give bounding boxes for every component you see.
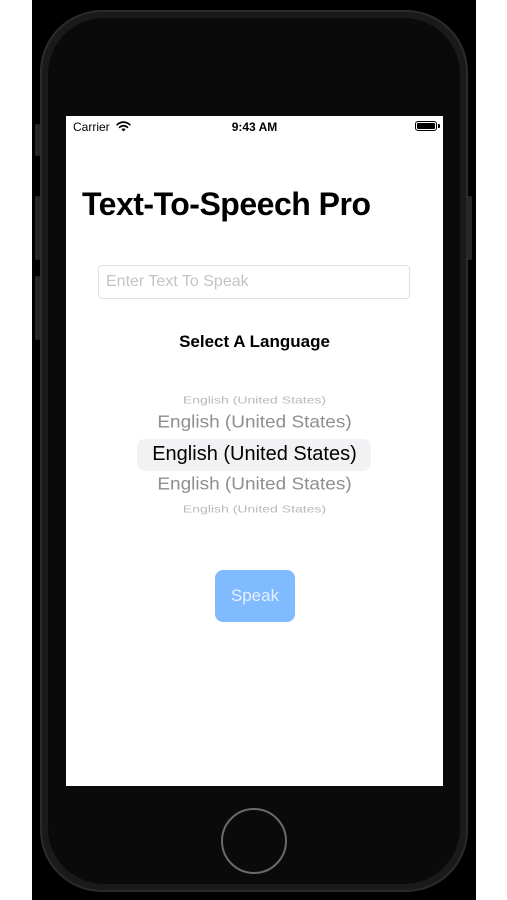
speech-text-input[interactable]: [98, 265, 410, 299]
power-button: [467, 196, 472, 260]
picker-row[interactable]: English (United States): [106, 503, 403, 515]
page-title: Text-To-Speech Pro: [82, 186, 371, 222]
battery-tip: [438, 124, 440, 128]
language-section-label: Select A Language: [179, 332, 330, 351]
picker-row-selected[interactable]: English (United States): [106, 443, 403, 466]
phone-screen: Carrier 9:43 AM Text-To-Speech Pro Selec…: [66, 116, 443, 786]
language-picker[interactable]: English (United States) English (United …: [106, 388, 403, 516]
battery-icon: [415, 121, 437, 131]
battery-fill: [417, 123, 435, 129]
silent-switch: [35, 124, 40, 156]
screenshot-stage: Carrier 9:43 AM Text-To-Speech Pro Selec…: [0, 0, 507, 900]
speak-button[interactable]: Speak: [215, 570, 295, 622]
picker-row[interactable]: English (United States): [106, 475, 403, 495]
status-bar: Carrier 9:43 AM: [66, 116, 443, 138]
volume-down-button: [35, 276, 40, 340]
picker-row[interactable]: English (United States): [106, 413, 403, 433]
status-time: 9:43 AM: [231, 120, 278, 134]
picker-row[interactable]: English (United States): [106, 394, 403, 406]
home-button[interactable]: [221, 808, 287, 874]
volume-up-button: [35, 196, 40, 260]
